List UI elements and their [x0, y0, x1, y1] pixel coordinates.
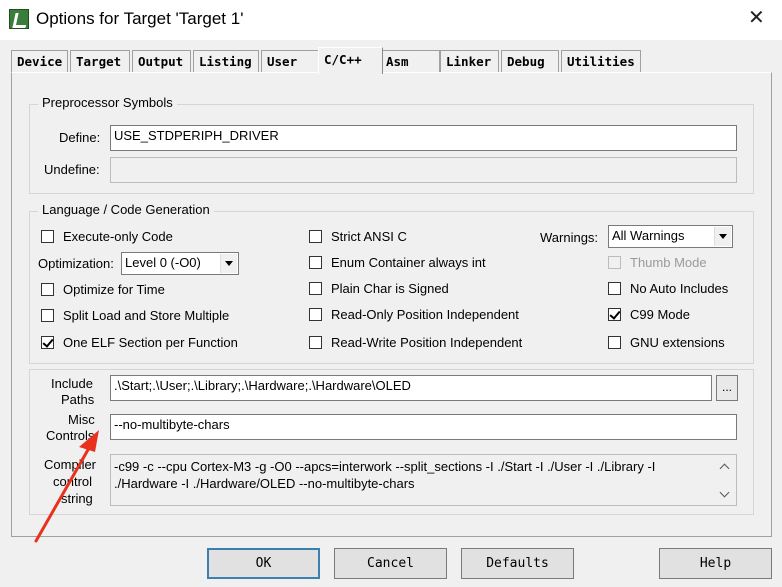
- tab-user[interactable]: User: [261, 50, 321, 73]
- scroll-up-icon[interactable]: [720, 461, 730, 471]
- include-paths-label-1: Include: [51, 376, 93, 391]
- misc-controls-label-2: Controls: [46, 428, 95, 443]
- include-paths-browse-button[interactable]: ...: [716, 375, 738, 401]
- gnu-extensions-label: GNU extensions: [630, 334, 725, 350]
- execute-only-label: Execute-only Code: [63, 228, 173, 244]
- tab-debug[interactable]: Debug: [501, 50, 559, 73]
- warnings-value: All Warnings: [612, 228, 685, 243]
- tab-target[interactable]: Target: [70, 50, 130, 73]
- rw-position-independent-checkbox[interactable]: Read-Write Position Independent: [309, 333, 522, 351]
- tab-listing[interactable]: Listing: [193, 50, 259, 73]
- checkbox-box: [309, 255, 322, 269]
- ro-position-independent-checkbox[interactable]: Read-Only Position Independent: [309, 305, 519, 323]
- checkbox-box: [41, 282, 54, 296]
- optimize-for-time-checkbox[interactable]: Optimize for Time: [41, 280, 165, 298]
- one-elf-section-label: One ELF Section per Function: [63, 334, 238, 350]
- undefine-label: Undefine:: [44, 162, 100, 177]
- checkbox-box-checked: [608, 307, 621, 321]
- checkbox-box: [608, 335, 621, 349]
- plain-char-signed-label: Plain Char is Signed: [331, 280, 449, 296]
- rw-position-independent-label: Read-Write Position Independent: [331, 334, 523, 350]
- tab-output[interactable]: Output: [132, 50, 191, 73]
- ro-position-independent-label: Read-Only Position Independent: [331, 306, 519, 322]
- scroll-down-icon[interactable]: [720, 490, 730, 500]
- close-icon[interactable]: ✕: [748, 8, 765, 28]
- ok-button[interactable]: OK: [207, 548, 320, 579]
- optimize-for-time-label: Optimize for Time: [63, 281, 165, 297]
- split-load-store-checkbox[interactable]: Split Load and Store Multiple: [41, 306, 229, 324]
- checkbox-box: [608, 281, 621, 295]
- checkbox-box: [309, 307, 322, 321]
- chevron-down-icon: [714, 227, 731, 246]
- checkbox-box: [608, 255, 621, 269]
- include-paths-input[interactable]: .\Start;.\User;.\Library;.\Hardware;.\Ha…: [110, 375, 712, 401]
- tab-strip: Device Target Output Listing User C/C++ …: [11, 47, 771, 74]
- language-group-title: Language / Code Generation: [38, 202, 214, 217]
- checkbox-box: [309, 281, 322, 295]
- help-button[interactable]: Help: [659, 548, 772, 579]
- tab-utilities[interactable]: Utilities: [561, 50, 641, 73]
- preprocessor-group-title: Preprocessor Symbols: [38, 95, 177, 110]
- thumb-mode-label: Thumb Mode: [630, 254, 707, 270]
- strict-ansi-c-label: Strict ANSI C: [331, 228, 407, 244]
- one-elf-section-checkbox[interactable]: One ELF Section per Function: [41, 333, 238, 351]
- optimization-value: Level 0 (-O0): [125, 255, 201, 270]
- keil-app-icon: [9, 9, 29, 29]
- define-input[interactable]: USE_STDPERIPH_DRIVER: [110, 125, 737, 151]
- cancel-button[interactable]: Cancel: [334, 548, 447, 579]
- defaults-button[interactable]: Defaults: [461, 548, 574, 579]
- window-title: Options for Target 'Target 1': [36, 9, 244, 28]
- tab-device[interactable]: Device: [11, 50, 68, 73]
- misc-controls-input[interactable]: --no-multibyte-chars: [110, 414, 737, 440]
- checkbox-box: [41, 308, 54, 322]
- no-auto-includes-checkbox[interactable]: No Auto Includes: [608, 279, 728, 297]
- checkbox-box: [309, 229, 322, 243]
- undefine-input[interactable]: [110, 157, 737, 183]
- define-label: Define:: [59, 130, 101, 145]
- warnings-select[interactable]: All Warnings: [608, 225, 733, 248]
- compiler-control-label-1: Compiler: [44, 457, 97, 472]
- execute-only-checkbox[interactable]: Execute-only Code: [41, 227, 173, 245]
- c99-mode-label: C99 Mode: [630, 306, 690, 322]
- checkbox-box: [309, 335, 322, 349]
- enum-container-checkbox[interactable]: Enum Container always int: [309, 253, 486, 271]
- gnu-extensions-checkbox[interactable]: GNU extensions: [608, 333, 725, 351]
- compiler-control-label-2: control: [53, 474, 93, 489]
- enum-container-label: Enum Container always int: [331, 254, 486, 270]
- no-auto-includes-label: No Auto Includes: [630, 280, 729, 296]
- strict-ansi-c-checkbox[interactable]: Strict ANSI C: [309, 227, 407, 245]
- split-load-store-label: Split Load and Store Multiple: [63, 307, 230, 323]
- tab-c-cpp[interactable]: C/C++: [318, 47, 383, 74]
- optimization-label: Optimization:: [38, 256, 114, 271]
- tab-asm[interactable]: Asm: [380, 50, 440, 73]
- checkbox-box: [41, 229, 54, 243]
- warnings-label: Warnings:: [540, 230, 599, 245]
- compiler-control-string[interactable]: -c99 -c --cpu Cortex-M3 -g -O0 --apcs=in…: [110, 454, 737, 506]
- checkbox-box-checked: [41, 335, 54, 349]
- chevron-down-icon: [220, 254, 237, 273]
- include-paths-label-2: Paths: [61, 392, 95, 407]
- misc-controls-label-1: Misc: [68, 412, 95, 427]
- thumb-mode-checkbox[interactable]: Thumb Mode: [608, 253, 707, 271]
- plain-char-signed-checkbox[interactable]: Plain Char is Signed: [309, 279, 449, 297]
- compiler-control-line-2: ./Hardware -I ./Hardware/OLED --no-multi…: [114, 476, 415, 491]
- compiler-control-label-3: string: [61, 491, 93, 506]
- c99-mode-checkbox[interactable]: C99 Mode: [608, 305, 690, 323]
- title-bar: Options for Target 'Target 1' ✕: [0, 0, 782, 40]
- compiler-control-line-1: -c99 -c --cpu Cortex-M3 -g -O0 --apcs=in…: [114, 459, 656, 474]
- tab-linker[interactable]: Linker: [440, 50, 499, 73]
- optimization-select[interactable]: Level 0 (-O0): [121, 252, 239, 275]
